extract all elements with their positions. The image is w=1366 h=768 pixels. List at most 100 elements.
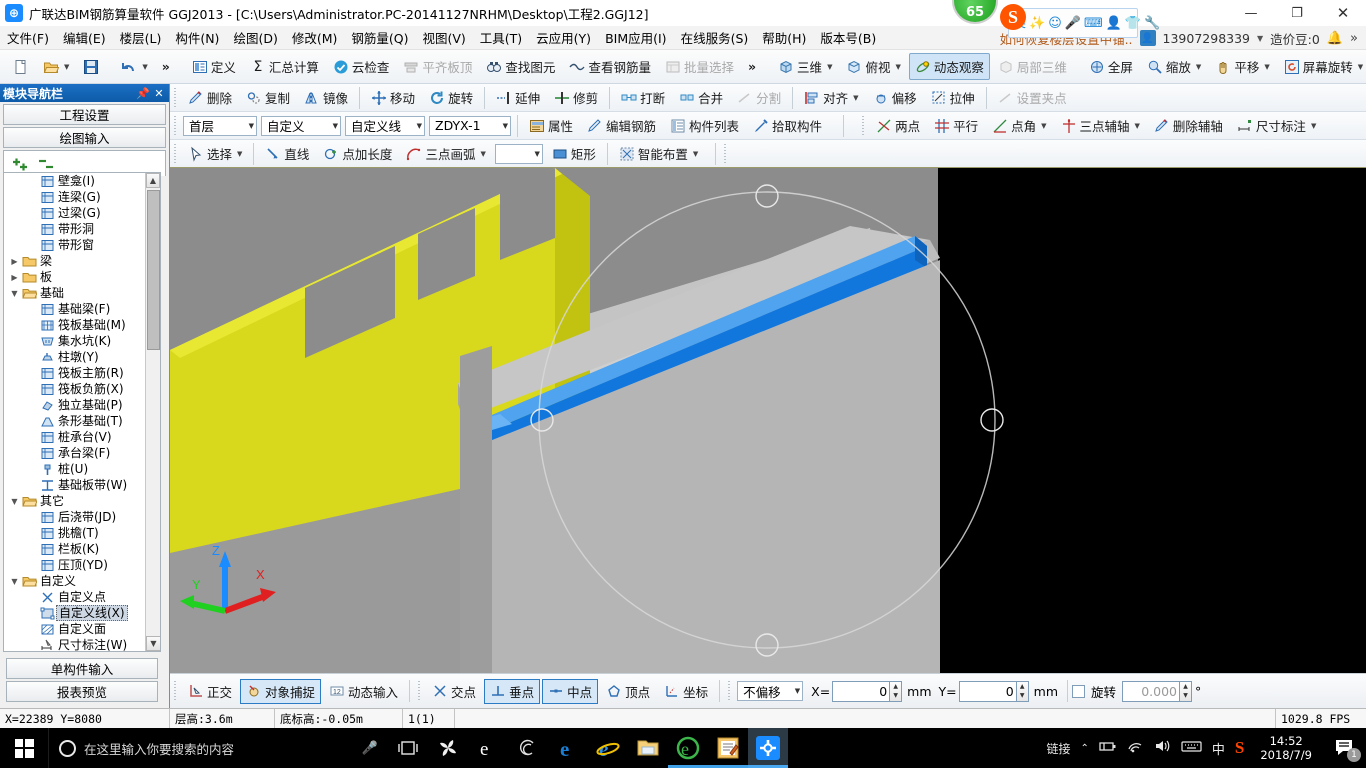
point-angle-dropdown-icon[interactable]: ▼ (1041, 122, 1046, 130)
ime-skin-icon[interactable]: 👕 (1125, 17, 1141, 30)
ime-sparkle-icon[interactable]: ✨ (1029, 17, 1045, 30)
y-offset-input[interactable]: 0 (958, 680, 1017, 702)
ime-indicator[interactable]: 中 (1212, 739, 1225, 758)
undo-button[interactable]: ▼ (115, 55, 153, 79)
expand-all-icon[interactable] (12, 157, 28, 171)
screen-rotate-dropdown-icon[interactable]: ▼ (1358, 63, 1363, 71)
model-viewport[interactable]: Z X Y (170, 168, 1366, 673)
scroll-thumb[interactable] (147, 190, 160, 350)
maximize-button[interactable]: ❐ (1274, 0, 1320, 26)
tab-project-settings[interactable]: 工程设置 (3, 104, 166, 125)
trim-button[interactable]: 修剪 (548, 84, 604, 111)
tree-item[interactable]: ▼ 基础 (4, 285, 146, 301)
ime-settings-icon[interactable]: 🔧 (1144, 17, 1160, 30)
properties-button[interactable]: 属性 (523, 112, 579, 139)
tree-item[interactable]: 自定义线(X) (4, 605, 146, 621)
cloud-check-button[interactable]: 云检查 (327, 53, 396, 80)
toolbar-grip[interactable] (173, 143, 178, 164)
view-3d-dropdown-icon[interactable]: ▼ (827, 63, 832, 71)
snap-perpendicular-toggle[interactable]: 垂点 (484, 678, 541, 704)
menu-item-member[interactable]: 构件(N) (168, 25, 226, 50)
tree-item[interactable]: 压顶(YD) (4, 557, 146, 573)
toolbar-overflow-2[interactable]: » (742, 55, 762, 78)
chevron-down-icon[interactable]: ▼ (8, 289, 21, 298)
toolbar-grip[interactable] (417, 681, 423, 701)
member-list-button[interactable]: 构件列表 (664, 112, 745, 139)
align-dropdown-icon[interactable]: ▼ (853, 94, 858, 102)
tray-chevron-up-icon[interactable]: ⌃ (1080, 743, 1088, 754)
batch-select-button[interactable]: 批量选择 (659, 53, 740, 80)
user-phone-label[interactable]: 13907298339 (1163, 31, 1250, 46)
tree-item[interactable]: 栏板(K) (4, 541, 146, 557)
collapse-all-icon[interactable] (38, 157, 54, 171)
tree-item[interactable]: 壁龛(I) (4, 173, 146, 189)
ime-keyboard-icon[interactable]: ⌨ (1084, 17, 1103, 30)
toolbar-grip[interactable] (173, 681, 178, 701)
find-element-button[interactable]: 查找图元 (480, 53, 561, 80)
ime-user-icon[interactable]: 👤 (1106, 17, 1122, 30)
internet-explorer-icon[interactable]: e (588, 728, 628, 768)
x-offset-stepper[interactable]: ▲ ▼ (890, 680, 903, 702)
tree-item[interactable]: 挑檐(T) (4, 525, 146, 541)
ime-emoji-icon[interactable]: ☺ (1048, 17, 1062, 30)
select-tool-dropdown-icon[interactable]: ▼ (237, 150, 242, 158)
extend-button[interactable]: 延伸 (490, 84, 546, 111)
object-snap-toggle[interactable]: 对象捕捉 (240, 678, 322, 704)
line-tool-button[interactable]: 直线 (259, 140, 315, 167)
menu-item-online-service[interactable]: 在线服务(S) (674, 25, 756, 50)
menu-item-draw[interactable]: 绘图(D) (226, 25, 284, 50)
summary-calc-button[interactable]: Σ 汇总计算 (244, 53, 325, 80)
rotate-button[interactable]: 旋转 (423, 84, 479, 111)
menu-item-help[interactable]: 帮助(H) (755, 25, 813, 50)
windows-start-icon[interactable] (0, 728, 48, 768)
tree-item[interactable]: 连梁(G) (4, 189, 146, 205)
open-file-dropdown-icon[interactable]: ▼ (64, 63, 69, 71)
pan-button[interactable]: 平移 ▼ (1209, 53, 1275, 80)
battery-icon[interactable] (1099, 739, 1117, 757)
task-view-icon[interactable] (388, 728, 428, 768)
menu-item-rebar[interactable]: 钢筋量(Q) (344, 25, 415, 50)
arc-3pt-tool-button[interactable]: 三点画弧 ▼ (400, 140, 491, 167)
tree-item[interactable]: 桩(U) (4, 461, 146, 477)
spiral-icon[interactable] (508, 728, 548, 768)
point-length-tool-button[interactable]: 点加长度 (317, 140, 398, 167)
member-type-select[interactable]: 自定义线 ▼ (345, 115, 425, 136)
dynamic-observe-button[interactable]: 动态观察 (908, 53, 990, 80)
tray-link-label[interactable]: 链接 (1046, 740, 1070, 757)
pick-member-button[interactable]: 拾取构件 (747, 112, 828, 139)
minimize-button[interactable]: — (1228, 0, 1274, 26)
chevron-right-icon[interactable]: ▶ (8, 273, 21, 282)
tab-drawing-input[interactable]: 绘图输入 (3, 127, 166, 148)
menu-item-tools[interactable]: 工具(T) (473, 25, 529, 50)
split-button[interactable]: 分割 (731, 84, 787, 111)
tree-item[interactable]: 筏板主筋(R) (4, 365, 146, 381)
menu-item-bim[interactable]: BIM应用(I) (598, 25, 674, 50)
tree-item[interactable]: 柱墩(Y) (4, 349, 146, 365)
arc-3pt-dropdown-icon[interactable]: ▼ (480, 150, 485, 158)
view-3d-button[interactable]: 三维 ▼ (772, 53, 838, 80)
toolbar-grip[interactable] (723, 143, 729, 164)
tree-item[interactable]: 集水坑(K) (4, 333, 146, 349)
dynamic-input-toggle[interactable]: 12 动态输入 (323, 679, 404, 704)
close-button[interactable]: ✕ (1320, 0, 1366, 26)
edit-rebar-button[interactable]: 编辑钢筋 (581, 112, 662, 139)
chevron-down-icon[interactable]: ▼ (8, 577, 21, 586)
tree-item[interactable]: 带形窗 (4, 237, 146, 253)
member-instance-select[interactable]: ZDYX-1 ▼ (429, 115, 511, 136)
snap-intersection-toggle[interactable]: 交点 (426, 679, 482, 704)
three-point-axis-dropdown-icon[interactable]: ▼ (1135, 122, 1140, 130)
sogou-logo-icon[interactable]: S (1000, 4, 1026, 30)
undo-dropdown-icon[interactable]: ▼ (142, 63, 147, 71)
zoom-dropdown-icon[interactable]: ▼ (1196, 63, 1201, 71)
close-icon[interactable]: ✕ (151, 87, 167, 100)
tree-item[interactable]: ▶ 梁 (4, 253, 146, 269)
file-explorer-icon[interactable] (628, 728, 668, 768)
screen-rotate-button[interactable]: 屏幕旋转 ▼ (1278, 53, 1366, 80)
green-browser-icon[interactable]: e (668, 728, 708, 768)
partial-3d-button[interactable]: 局部三维 (992, 53, 1073, 80)
menubar-overflow-icon[interactable]: » (1350, 31, 1358, 46)
ime-mic-icon[interactable]: 🎤 (1065, 17, 1081, 30)
tree-item[interactable]: 后浇带(JD) (4, 509, 146, 525)
microphone-icon[interactable]: 🎤 (362, 741, 388, 756)
select-tool-button[interactable]: 选择 ▼ (182, 140, 248, 167)
